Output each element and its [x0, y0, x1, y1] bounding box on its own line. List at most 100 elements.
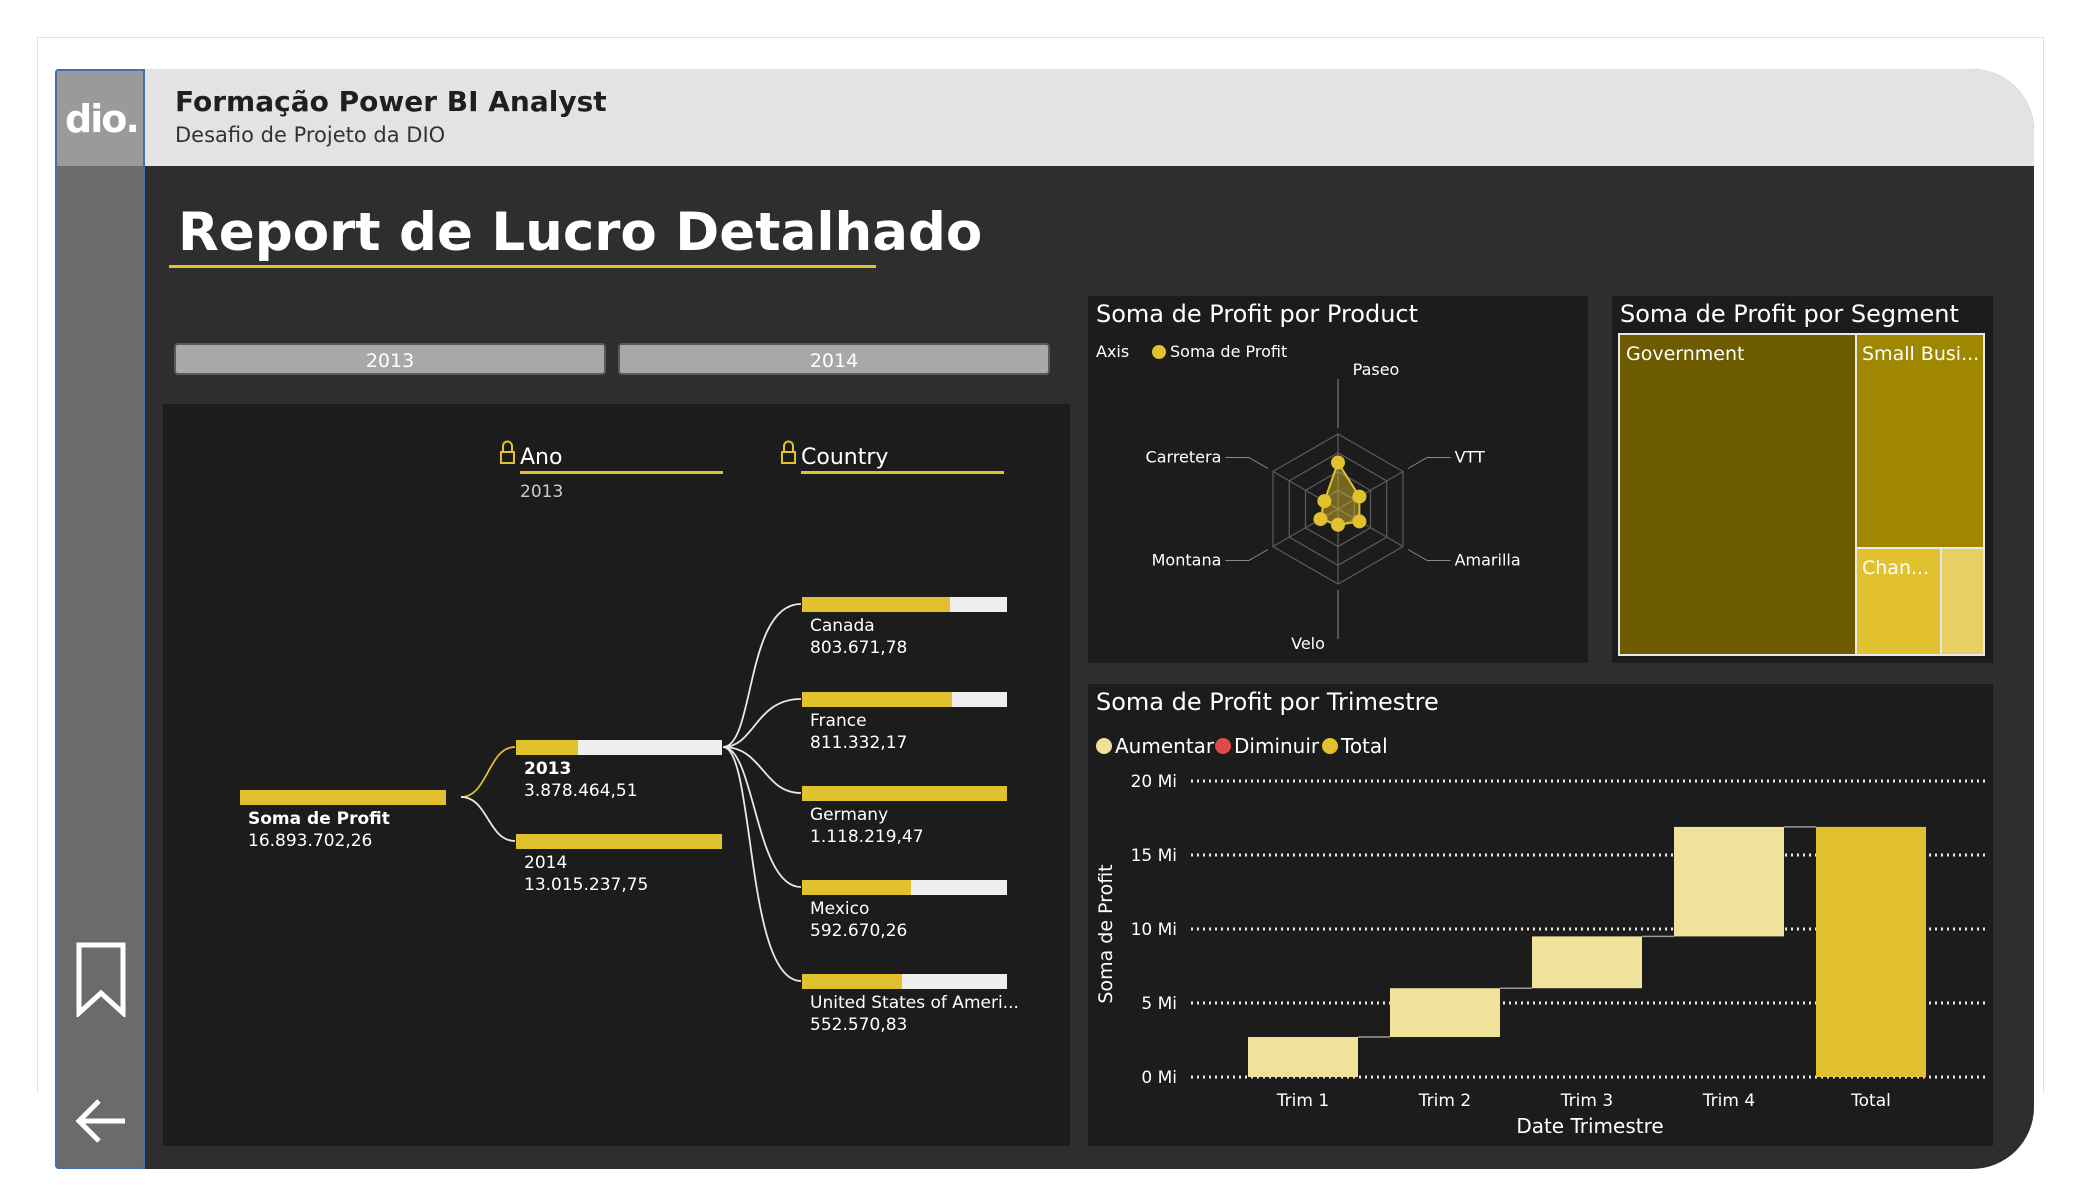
treemap-tile-other[interactable]	[1940, 547, 1985, 656]
legend-axis-label: Axis	[1096, 342, 1129, 361]
radar-chart: Axis Soma de Profit Paseo VTT Amarilla Velo…	[1096, 342, 1521, 653]
legend-marker-diminuir	[1215, 738, 1231, 754]
tree-node-country[interactable]: Canada803.671,78	[802, 597, 1007, 658]
node-value: 811.332,17	[810, 733, 907, 753]
node-value: 803.671,78	[810, 638, 907, 658]
node-value: 3.878.464,51	[524, 781, 638, 801]
treemap-label-channel-partners: Chan...	[1862, 557, 1929, 579]
treemap-tile-small-business[interactable]	[1855, 333, 1985, 549]
radar-label-leader	[1225, 457, 1269, 469]
waterfall-chart: Aumentar Diminuir Total 20 Mi 15 Mi 10 Mi 5…	[1095, 734, 1987, 1138]
slicer-button-2013[interactable]: 2013	[174, 343, 606, 375]
root-label: Soma de Profit	[248, 809, 390, 829]
legend-marker-aumentar	[1096, 738, 1112, 754]
waterfall-increase-bar[interactable]	[1390, 988, 1500, 1037]
tree-node-root[interactable]: Soma de Profit 16.893.702,26	[240, 790, 446, 851]
node-label: Germany	[810, 805, 888, 825]
radar-label-leader	[1407, 549, 1451, 561]
radar-axis-label: Velo	[1291, 634, 1325, 653]
legend-label-total: Total	[1340, 734, 1388, 758]
node-label: Mexico	[810, 899, 869, 919]
root-bar	[240, 790, 446, 805]
node-bar-fill	[802, 974, 902, 989]
legend-label-diminuir: Diminuir	[1234, 734, 1320, 758]
waterfall-increase-bar[interactable]	[1674, 826, 1784, 937]
app-subtitle: Desafio de Projeto da DIO	[175, 123, 446, 147]
waterfall-increase-bar[interactable]	[1532, 936, 1642, 989]
lock-icon	[500, 440, 515, 464]
tree-node-year[interactable]: 201413.015.237,75	[516, 834, 722, 895]
treemap: Government Small Busi... Chan...	[1618, 333, 1985, 656]
node-label: 2014	[524, 853, 567, 873]
level-header-ano[interactable]: Ano	[520, 445, 562, 470]
waterfall-y-axis-label: Soma de Profit	[1095, 864, 1117, 1003]
waterfall-legend: Aumentar Diminuir Total	[1096, 734, 1388, 758]
tree-node-country[interactable]: United States of Ameri...552.570,83	[802, 974, 1019, 1035]
back-arrow-icon[interactable]	[73, 1083, 129, 1159]
waterfall-total-bar[interactable]	[1816, 826, 1926, 1077]
logo-text: dio.	[65, 97, 140, 141]
legend-label-aumentar: Aumentar	[1115, 734, 1215, 758]
header-bar: Formação Power BI Analyst Desafio de Pro…	[145, 69, 2034, 166]
radar-series	[1313, 455, 1367, 532]
tree-node-country[interactable]: Mexico592.670,26	[802, 880, 1007, 941]
radar-axis-label: Paseo	[1353, 360, 1400, 379]
node-bar-fill	[802, 692, 952, 707]
dio-logo: dio.	[57, 71, 143, 166]
node-value: 13.015.237,75	[524, 875, 648, 895]
node-label: 2013	[524, 759, 571, 779]
level-selected-ano: 2013	[520, 482, 563, 502]
waterfall-increase-bar[interactable]	[1248, 1037, 1358, 1077]
legend-series-label: Soma de Profit	[1170, 342, 1287, 361]
radar-point[interactable]	[1317, 494, 1332, 509]
decomposition-tree: Ano 2013 Country Soma de Profit 16.893.7…	[240, 440, 1019, 1035]
decomposition-tree-panel: Ano 2013 Country Soma de Profit 16.893.7…	[163, 404, 1070, 1146]
radar-point[interactable]	[1331, 517, 1345, 532]
node-label: United States of Ameri...	[810, 993, 1019, 1013]
page-title: Report de Lucro Detalhado	[178, 202, 983, 263]
bookmark-icon[interactable]	[73, 941, 129, 1017]
radar-point[interactable]	[1352, 514, 1367, 529]
radar-point[interactable]	[1331, 455, 1345, 470]
treemap-tile-government[interactable]	[1618, 333, 1857, 656]
node-label: France	[810, 711, 867, 731]
level-underline-country	[801, 471, 1004, 474]
node-bar-fill	[516, 834, 722, 849]
node-value: 1.118.219,47	[810, 827, 924, 847]
y-tick-label: 20 Mi	[1131, 772, 1177, 792]
radar-point[interactable]	[1313, 512, 1328, 527]
waterfall-bars	[1248, 826, 1926, 1077]
node-value: 552.570,83	[810, 1015, 907, 1035]
x-tick-label: Trim 3	[1560, 1091, 1613, 1111]
y-tick-label: 5 Mi	[1141, 994, 1177, 1014]
level-underline-ano	[520, 471, 723, 474]
x-tick-label: Trim 1	[1276, 1091, 1329, 1111]
root-value: 16.893.702,26	[248, 831, 372, 851]
lock-icon	[781, 440, 796, 464]
tree-node-country[interactable]: Germany1.118.219,47	[802, 786, 1007, 847]
x-tick-label: Trim 4	[1702, 1091, 1755, 1111]
level-header-country[interactable]: Country	[801, 445, 888, 470]
x-tick-label: Total	[1850, 1091, 1891, 1111]
legend-marker-total	[1322, 738, 1338, 754]
y-tick-label: 15 Mi	[1131, 846, 1177, 866]
tree-node-country[interactable]: France811.332,17	[802, 692, 1007, 753]
radar-axis-label: Carretera	[1146, 448, 1222, 467]
radar-axis-label: Montana	[1152, 551, 1222, 570]
treemap-label-government: Government	[1626, 343, 1745, 365]
radar-axis-label: VTT	[1455, 448, 1485, 467]
tree-node-year[interactable]: 20133.878.464,51	[516, 740, 722, 801]
legend-marker	[1152, 345, 1166, 359]
waterfall-x-axis-label: Date Trimestre	[1516, 1114, 1663, 1138]
treemap-panel: Soma de Profit por Segment Government Sm…	[1612, 296, 1993, 663]
node-bar-fill	[802, 597, 950, 612]
node-bar-fill	[802, 786, 1007, 801]
waterfall-chart-panel: Soma de Profit por Trimestre Aumentar Di…	[1088, 684, 1993, 1146]
radar-point[interactable]	[1352, 489, 1367, 504]
node-bar-fill	[516, 740, 578, 755]
slicer-button-2014[interactable]: 2014	[618, 343, 1050, 375]
report-canvas: Formação Power BI Analyst Desafio de Pro…	[55, 69, 2034, 1169]
waterfall-x-ticks: Trim 1 Trim 2 Trim 3 Trim 4 Total	[1276, 1091, 1891, 1111]
node-label: Canada	[810, 616, 875, 636]
title-underline	[169, 265, 876, 268]
